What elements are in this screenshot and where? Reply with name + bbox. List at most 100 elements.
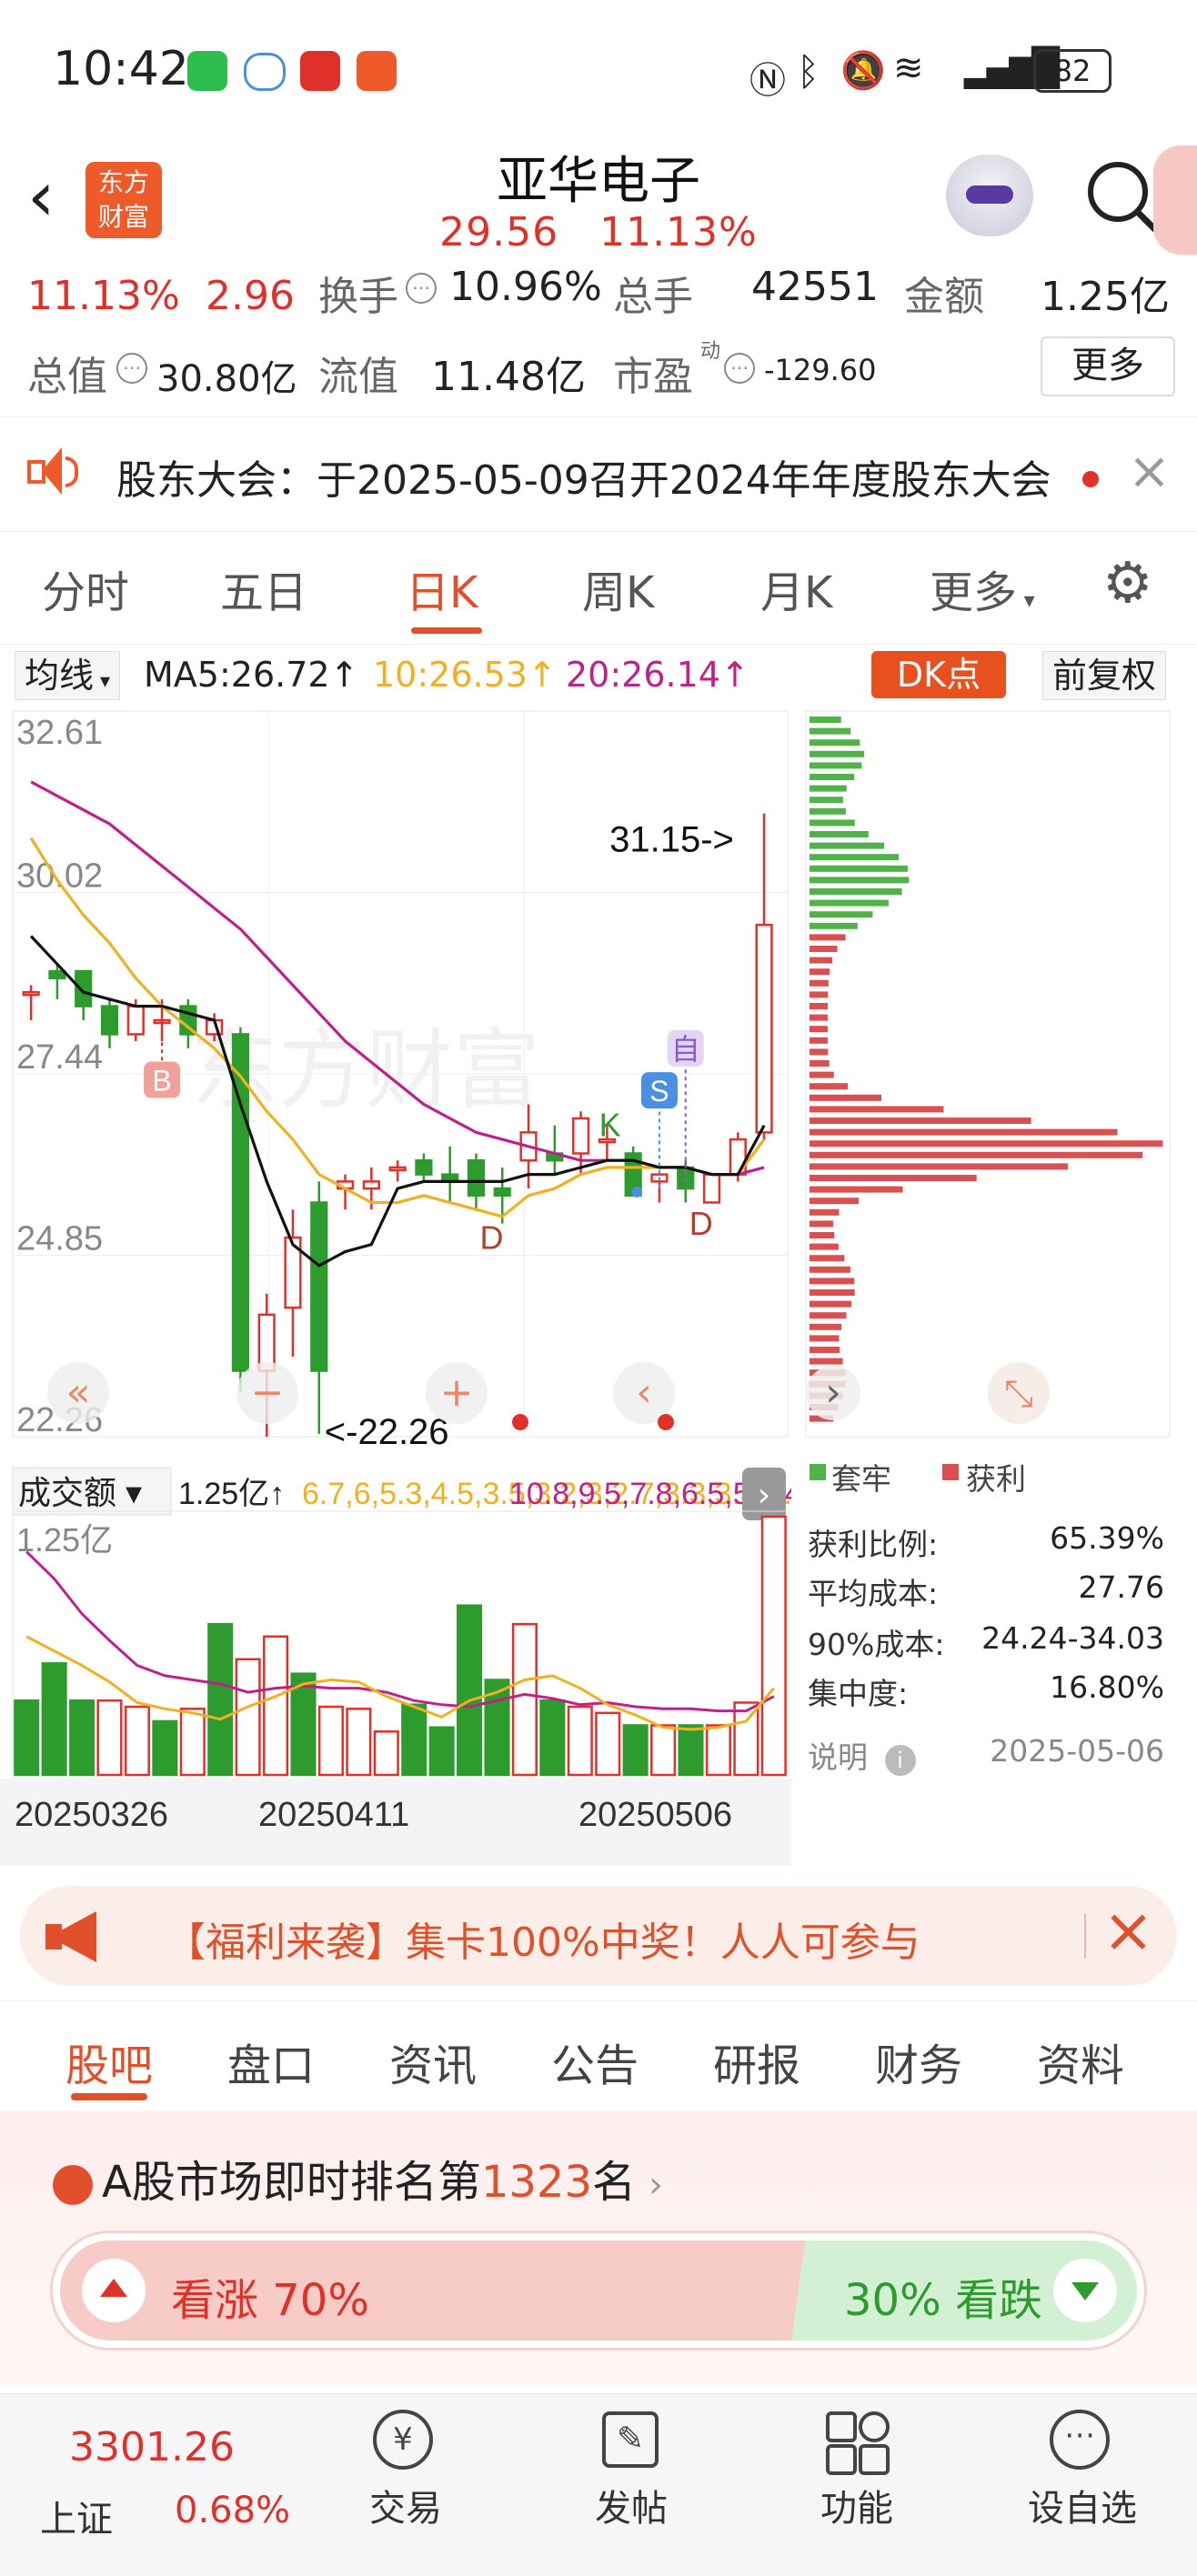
candle-body <box>310 1201 328 1372</box>
ranking-row[interactable]: A股市场即时排名第1323名 › <box>53 2146 663 2210</box>
volume-bar <box>760 1515 787 1777</box>
volume-label: 总手 <box>613 274 693 320</box>
info-icon[interactable]: ⋯ <box>116 353 147 384</box>
chip-bar-loss <box>810 785 847 792</box>
tab-more[interactable]: 更多 ▾ <box>930 556 1035 620</box>
chip-bar-loss <box>810 911 873 918</box>
chip-bar-profit <box>810 1060 830 1067</box>
adjust-button[interactable]: 前复权 <box>1042 651 1167 700</box>
chip-bar-profit <box>810 1335 840 1342</box>
date-label: 20250411 <box>258 1796 409 1834</box>
candle-body <box>493 1187 511 1198</box>
close-icon[interactable]: × <box>1128 442 1171 501</box>
tab-day-k[interactable]: 日K <box>406 556 478 620</box>
marker-dot <box>631 1186 643 1198</box>
dk-point-button[interactable]: DK点 <box>871 651 1006 698</box>
volume-bar <box>96 1699 123 1777</box>
tab-finance[interactable]: 财务 <box>875 2030 962 2093</box>
tab-pankou[interactable]: 盘口 <box>227 2030 315 2093</box>
vote-down-button[interactable]: 30% 看跌 <box>791 2240 1137 2340</box>
ma-selector[interactable]: 均线 ▾ <box>15 651 121 700</box>
d-marker: D <box>479 1219 503 1257</box>
indicator-dot <box>658 1414 674 1430</box>
chip-bar-loss <box>810 888 902 895</box>
kline-chart[interactable]: 32.6130.0227.4424.8522.26东方财富31.15-><-22… <box>0 700 791 1869</box>
ma20-label: 20:26.14↑ <box>566 655 749 695</box>
promo-banner[interactable]: 【福利来袭】集卡100%中奖！人人可参与 × <box>20 1886 1177 1986</box>
legend-profit-label: 获利 <box>966 1461 1026 1497</box>
tab-five-day[interactable]: 五日 <box>220 556 307 620</box>
candle-body <box>677 1166 695 1190</box>
volume-bar <box>207 1622 234 1777</box>
tab-announcement[interactable]: 公告 <box>551 2030 639 2093</box>
info-icon[interactable]: ⋯ <box>406 273 437 304</box>
indicator-dot <box>512 1414 528 1430</box>
notice-text: 股东大会：于2025-05-09召开2024年年度股东大会 <box>116 457 1051 504</box>
vote-up-button[interactable]: 看涨 70% <box>60 2240 824 2340</box>
pe-value: -129.60 <box>764 353 877 387</box>
gear-icon[interactable]: ⚙ <box>1102 555 1153 611</box>
volume-bar <box>14 1699 40 1777</box>
separator <box>0 531 1197 532</box>
tab-profile[interactable]: 资料 <box>1037 2030 1124 2093</box>
chip-bar-loss <box>810 717 841 723</box>
candle-body <box>388 1166 407 1172</box>
amount-value: 1.25亿 <box>1041 274 1170 320</box>
dk-point-label: DK点 <box>896 655 981 695</box>
zoom-out-icon[interactable]: − <box>251 1369 285 1416</box>
mktcap-value: 30.80亿 <box>156 358 297 400</box>
chip-bar-profit <box>810 1266 850 1273</box>
chevron-right-icon: › <box>649 2164 664 2206</box>
concentration-value: 16.80% <box>1050 1669 1164 1705</box>
candle-body <box>755 923 773 1134</box>
chip-bar-profit <box>810 946 838 952</box>
y-tick-label: 30.02 <box>16 857 103 896</box>
chip-bar-profit <box>810 1220 834 1228</box>
cost-90-value: 24.24-34.03 <box>981 1620 1164 1656</box>
volume-bar <box>401 1703 428 1777</box>
chip-bar-profit <box>810 1289 855 1296</box>
scroll-left-icon[interactable]: « <box>66 1369 91 1416</box>
chip-bar-loss <box>810 750 865 757</box>
more-button[interactable]: 更多 <box>1041 336 1175 396</box>
hot-badge-icon[interactable] <box>1153 145 1197 255</box>
volume-bar <box>678 1724 704 1777</box>
info-icon[interactable]: ⋯ <box>724 353 755 384</box>
volume-bar <box>152 1719 178 1777</box>
chip-bar-loss <box>810 797 843 804</box>
tab-research[interactable]: 研报 <box>713 2030 800 2093</box>
tab-minute[interactable]: 分时 <box>42 556 129 620</box>
y-tick-label: 27.44 <box>16 1038 103 1077</box>
self-marker: 自 <box>671 1033 700 1066</box>
index-quote[interactable]: 3301.26 上证 0.68% <box>36 2410 309 2546</box>
stock-price: 29.56 <box>439 209 559 256</box>
notice-bar[interactable]: 股东大会：于2025-05-09召开2024年年度股东大会 × <box>0 427 1197 522</box>
zoom-in-icon[interactable]: + <box>440 1369 474 1416</box>
index-value: 3301.26 <box>69 2424 235 2471</box>
tab-month-k[interactable]: 月K <box>760 556 832 620</box>
volume-selector[interactable]: 成交额 ▾ <box>18 1474 142 1511</box>
volume-current: 1.25亿↑ <box>178 1477 285 1511</box>
nav-functions-label: 功能 <box>820 2488 893 2530</box>
volume-bar <box>235 1658 261 1777</box>
note-link[interactable]: 说明 i <box>808 1733 916 1777</box>
fullscreen-icon: ⤡ <box>1004 1373 1033 1415</box>
tab-news[interactable]: 资讯 <box>389 2030 477 2093</box>
volume-bar <box>622 1724 649 1777</box>
chip-bar-profit <box>810 1243 839 1250</box>
chip-bar-profit <box>810 1026 829 1033</box>
app-red-icon <box>300 51 340 91</box>
tab-guba[interactable]: 股吧 <box>65 2030 153 2093</box>
app-orange-icon <box>357 51 397 91</box>
volume-bar <box>457 1604 483 1777</box>
step-left-icon[interactable]: ‹ <box>636 1369 652 1416</box>
close-icon[interactable]: × <box>1102 1895 1154 1967</box>
volume-bar <box>539 1699 566 1777</box>
robot-assistant-icon[interactable] <box>946 155 1033 236</box>
chip-bar-profit <box>810 1106 944 1113</box>
chip-bar-loss <box>810 842 885 849</box>
bluetooth-icon: ᛒ <box>797 49 820 94</box>
date-label: 20250506 <box>578 1796 732 1834</box>
chip-bar-profit <box>810 1151 1143 1158</box>
tab-week-k[interactable]: 周K <box>582 556 654 620</box>
